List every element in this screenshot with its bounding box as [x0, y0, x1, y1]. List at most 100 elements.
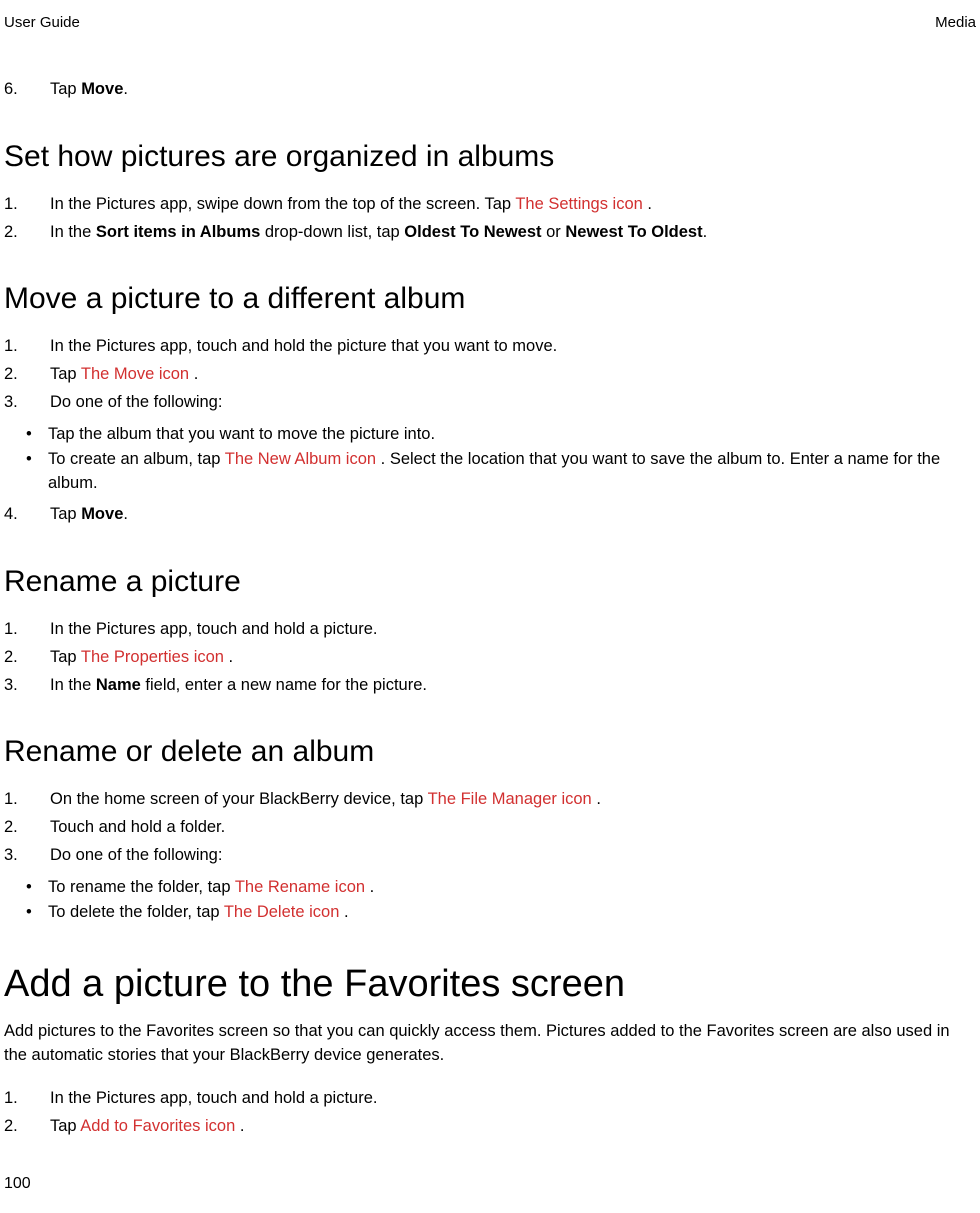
list-item: 2. Tap The Properties icon .	[4, 645, 976, 670]
step-text: In the Name field, enter a new name for …	[50, 673, 976, 698]
step-number: 2.	[4, 1114, 50, 1139]
step-text: Tap The Properties icon .	[50, 645, 976, 670]
list-item: 2. Touch and hold a folder.	[4, 815, 976, 840]
list-item: 2. Tap The Move icon .	[4, 362, 976, 387]
bullet-icon: •	[26, 876, 48, 900]
step-text: Tap Add to Favorites icon .	[50, 1114, 976, 1139]
list-item: 3. Do one of the following:	[4, 843, 976, 868]
add-to-favorites-icon: Add to Favorites icon	[80, 1117, 235, 1135]
section-heading: Rename a picture	[4, 565, 976, 599]
properties-icon: The Properties icon	[81, 648, 224, 666]
text-run: .	[592, 790, 601, 808]
text-run: To rename the folder, tap	[48, 878, 235, 896]
text-run: .	[703, 223, 708, 241]
rename-icon: The Rename icon	[235, 878, 365, 896]
step-number: 2.	[4, 220, 50, 245]
list-item: • Tap the album that you want to move th…	[26, 423, 976, 447]
step-number: 3.	[4, 673, 50, 698]
text-run: To create an album, tap	[48, 450, 225, 468]
text-bold: Sort items in Albums	[96, 223, 260, 241]
step-text: Tap Move.	[50, 502, 976, 527]
move-icon: The Move icon	[81, 365, 189, 383]
text-run: Tap	[50, 80, 81, 98]
list-item: 1. In the Pictures app, touch and hold a…	[4, 617, 976, 642]
list-item: 4. Tap Move.	[4, 502, 976, 527]
section-heading: Add a picture to the Favorites screen	[4, 963, 976, 1006]
page-header: User Guide Media	[4, 14, 976, 31]
ordered-list: 1. In the Pictures app, touch and hold a…	[4, 1086, 976, 1139]
list-item: 3. In the Name field, enter a new name f…	[4, 673, 976, 698]
list-item: • To rename the folder, tap The Rename i…	[26, 876, 976, 900]
ordered-list: 1. In the Pictures app, swipe down from …	[4, 192, 976, 245]
text-run: .	[123, 505, 128, 523]
intro-list: 6. Tap Move.	[4, 77, 976, 102]
text-run: or	[542, 223, 566, 241]
header-left: User Guide	[4, 14, 80, 31]
text-bold: Move	[81, 505, 123, 523]
bullet-text: To delete the folder, tap The Delete ico…	[48, 901, 976, 925]
text-bold: Oldest To Newest	[404, 223, 541, 241]
list-item: 3. Do one of the following:	[4, 390, 976, 415]
settings-icon: The Settings icon	[515, 195, 643, 213]
text-run: .	[224, 648, 233, 666]
bullet-icon: •	[26, 423, 48, 447]
step-text: Do one of the following:	[50, 843, 976, 868]
step-text: Do one of the following:	[50, 390, 976, 415]
bullet-icon: •	[26, 901, 48, 925]
ordered-list: 4. Tap Move.	[4, 502, 976, 527]
text-bold: Newest To Oldest	[565, 223, 702, 241]
list-item: 6. Tap Move.	[4, 77, 976, 102]
text-bold: Move	[81, 80, 123, 98]
step-text: In the Pictures app, touch and hold the …	[50, 334, 976, 359]
text-run: .	[643, 195, 652, 213]
section-heading: Set how pictures are organized in albums	[4, 140, 976, 174]
list-item: 2. In the Sort items in Albums drop-down…	[4, 220, 976, 245]
list-item: 1. On the home screen of your BlackBerry…	[4, 787, 976, 812]
bullet-text: Tap the album that you want to move the …	[48, 423, 976, 447]
ordered-list: 1. In the Pictures app, touch and hold a…	[4, 617, 976, 697]
file-manager-icon: The File Manager icon	[428, 790, 592, 808]
step-number: 6.	[4, 77, 50, 102]
step-number: 1.	[4, 1086, 50, 1111]
text-run: Tap	[50, 505, 81, 523]
text-run: .	[123, 80, 128, 98]
step-number: 2.	[4, 645, 50, 670]
step-number: 3.	[4, 390, 50, 415]
text-run: To delete the folder, tap	[48, 903, 224, 921]
ordered-list: 1. On the home screen of your BlackBerry…	[4, 787, 976, 867]
step-text: On the home screen of your BlackBerry de…	[50, 787, 976, 812]
step-number: 1.	[4, 617, 50, 642]
text-run: field, enter a new name for the picture.	[141, 676, 427, 694]
step-number: 2.	[4, 815, 50, 840]
step-text: Tap The Move icon .	[50, 362, 976, 387]
step-number: 3.	[4, 843, 50, 868]
bullet-list: • To rename the folder, tap The Rename i…	[4, 876, 976, 926]
text-run: In the	[50, 676, 96, 694]
text-bold: Name	[96, 676, 141, 694]
text-run: Tap	[50, 1117, 80, 1135]
ordered-list: 1. In the Pictures app, touch and hold t…	[4, 334, 976, 414]
page-number: 100	[4, 1175, 31, 1193]
list-item: • To create an album, tap The New Album …	[26, 448, 976, 496]
bullet-text: To rename the folder, tap The Rename ico…	[48, 876, 976, 900]
text-run: Tap	[50, 365, 81, 383]
header-right: Media	[935, 14, 976, 31]
list-item: 2. Tap Add to Favorites icon .	[4, 1114, 976, 1139]
text-run: .	[235, 1117, 244, 1135]
step-text: In the Pictures app, swipe down from the…	[50, 192, 976, 217]
step-number: 1.	[4, 334, 50, 359]
list-item: 1. In the Pictures app, swipe down from …	[4, 192, 976, 217]
text-run: drop-down list, tap	[260, 223, 404, 241]
step-number: 1.	[4, 192, 50, 217]
bullet-list: • Tap the album that you want to move th…	[4, 423, 976, 497]
section-heading: Move a picture to a different album	[4, 282, 976, 316]
text-run: .	[365, 878, 374, 896]
list-item: 1. In the Pictures app, touch and hold a…	[4, 1086, 976, 1111]
bullet-text: To create an album, tap The New Album ic…	[48, 448, 976, 496]
step-text: Touch and hold a folder.	[50, 815, 976, 840]
step-text: Tap Move.	[50, 77, 976, 102]
step-number: 4.	[4, 502, 50, 527]
step-number: 2.	[4, 362, 50, 387]
section-heading: Rename or delete an album	[4, 735, 976, 769]
list-item: 1. In the Pictures app, touch and hold t…	[4, 334, 976, 359]
